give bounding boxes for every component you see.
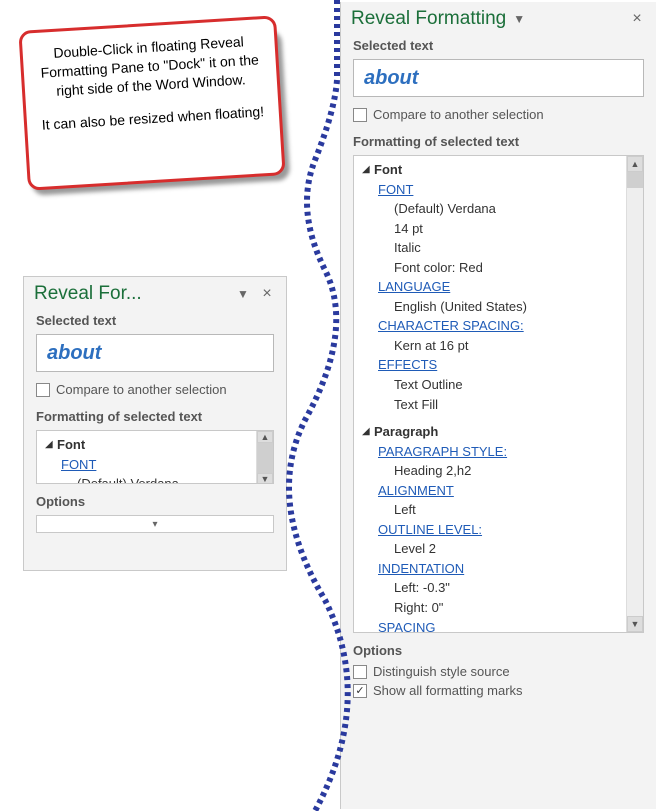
show-marks-checkbox[interactable] bbox=[353, 684, 367, 698]
char-spacing-value: Kern at 16 pt bbox=[360, 336, 626, 356]
font-link[interactable]: FONT bbox=[61, 456, 96, 474]
floating-pane: Reveal For... ▼ × Selected text about Co… bbox=[23, 276, 287, 571]
scroll-up-icon[interactable]: ▲ bbox=[627, 156, 643, 172]
compare-checkbox[interactable] bbox=[353, 108, 367, 122]
selected-text-label: Selected text bbox=[24, 309, 286, 332]
options-label: Options bbox=[24, 490, 286, 513]
effect-fill: Text Fill bbox=[360, 395, 626, 415]
expand-icon[interactable]: ◢ bbox=[362, 425, 374, 439]
options-label: Options bbox=[341, 639, 656, 662]
selected-text-box: about bbox=[353, 59, 644, 97]
char-spacing-link[interactable]: CHARACTER SPACING: bbox=[378, 317, 524, 335]
scrollbar[interactable]: ▲ ▼ bbox=[626, 156, 643, 632]
font-group: Font bbox=[374, 161, 402, 179]
selected-text-label: Selected text bbox=[341, 34, 656, 57]
selected-word: about bbox=[364, 67, 418, 90]
callout-line1: Double-Click in floating Reveal Formatti… bbox=[36, 31, 263, 101]
alignment-value: Left bbox=[360, 500, 626, 520]
scroll-up-icon[interactable]: ▲ bbox=[257, 431, 273, 443]
formatting-tree: ◢Font FONT (Default) Verdana 14 pt Itali… bbox=[353, 155, 644, 633]
distinguish-checkbox[interactable] bbox=[353, 665, 367, 679]
indentation-link[interactable]: INDENTATION bbox=[378, 560, 464, 578]
para-style-link[interactable]: PARAGRAPH STYLE: bbox=[378, 443, 507, 461]
scroll-down-icon[interactable]: ▼ bbox=[627, 616, 643, 632]
paragraph-group: Paragraph bbox=[374, 423, 438, 441]
pane-menu-chevron-icon[interactable]: ▼ bbox=[234, 285, 252, 303]
alignment-link[interactable]: ALIGNMENT bbox=[378, 482, 454, 500]
effect-outline: Text Outline bbox=[360, 375, 626, 395]
language-value: English (United States) bbox=[360, 297, 626, 317]
selected-text-box: about bbox=[36, 334, 274, 372]
font-group: Font bbox=[57, 436, 85, 454]
compare-checkbox[interactable] bbox=[36, 383, 50, 397]
formatting-label: Formatting of selected text bbox=[24, 405, 286, 428]
callout-line2: It can also be resized when floating! bbox=[41, 102, 266, 135]
options-expand[interactable]: ▾ bbox=[36, 515, 274, 533]
language-link[interactable]: LANGUAGE bbox=[378, 278, 450, 296]
spacing-link[interactable]: SPACING bbox=[378, 619, 436, 632]
font-link[interactable]: FONT bbox=[378, 181, 413, 199]
outline-level-value: Level 2 bbox=[360, 539, 626, 559]
pane-title: Reveal For... bbox=[34, 283, 142, 305]
para-style-value: Heading 2,h2 bbox=[360, 461, 626, 481]
compare-label: Compare to another selection bbox=[373, 107, 544, 122]
show-marks-label: Show all formatting marks bbox=[373, 683, 523, 698]
pane-title: Reveal Formatting bbox=[351, 8, 506, 30]
font-value: (Default) Verdana bbox=[43, 474, 256, 483]
docked-pane: Reveal Formatting ▼ × Selected text abou… bbox=[340, 2, 656, 809]
scroll-down-icon[interactable]: ▼ bbox=[257, 473, 273, 484]
font-color: Font color: Red bbox=[360, 258, 626, 278]
formatting-label: Formatting of selected text bbox=[341, 130, 656, 153]
distinguish-label: Distinguish style source bbox=[373, 664, 510, 679]
compare-label: Compare to another selection bbox=[56, 382, 227, 397]
scroll-thumb[interactable] bbox=[257, 443, 273, 473]
font-family: (Default) Verdana bbox=[360, 199, 626, 219]
indent-left: Left: -0.3" bbox=[360, 578, 626, 598]
selected-word: about bbox=[47, 342, 101, 365]
outline-level-link[interactable]: OUTLINE LEVEL: bbox=[378, 521, 482, 539]
font-size: 14 pt bbox=[360, 219, 626, 239]
close-icon[interactable]: × bbox=[628, 10, 646, 28]
effects-link[interactable]: EFFECTS bbox=[378, 356, 437, 374]
callout-note: Double-Click in floating Reveal Formatti… bbox=[18, 15, 285, 190]
font-style: Italic bbox=[360, 238, 626, 258]
scrollbar[interactable]: ▲ ▼ bbox=[256, 431, 273, 483]
indent-right: Right: 0" bbox=[360, 598, 626, 618]
formatting-tree: ◢Font FONT (Default) Verdana 14 pt ▲ ▼ bbox=[36, 430, 274, 484]
expand-icon[interactable]: ◢ bbox=[45, 438, 57, 452]
expand-icon[interactable]: ◢ bbox=[362, 163, 374, 177]
scroll-thumb[interactable] bbox=[627, 172, 643, 188]
pane-menu-chevron-icon[interactable]: ▼ bbox=[510, 10, 528, 28]
close-icon[interactable]: × bbox=[258, 285, 276, 303]
